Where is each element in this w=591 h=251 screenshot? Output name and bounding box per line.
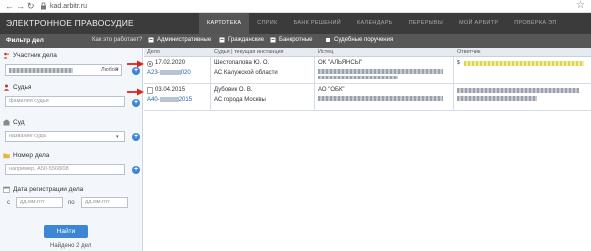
judge-name: Шестопалова Ю. О. <box>214 60 270 66</box>
building-icon <box>3 119 10 126</box>
column-divider <box>210 57 211 111</box>
browser-toolbar: ← → ↻ kad.arbitr.ru ☆ <box>0 0 591 13</box>
add-judge-button[interactable]: + <box>132 99 140 107</box>
case-date: 03.04.2015 <box>155 87 186 93</box>
plaintiff-name[interactable]: ОК "АЛЬЯНСЫ" <box>318 59 362 67</box>
address-bar[interactable]: kad.arbitr.ru <box>50 2 87 11</box>
calendar-icon <box>3 186 10 193</box>
case-number-label: Номер дела <box>13 152 50 159</box>
how-it-works-link[interactable]: Как это работает? <box>92 37 142 43</box>
reg-date-section: Дата регистрации дела <box>3 186 83 193</box>
case-type-civil[interactable]: Гражданские <box>219 37 264 43</box>
folder-icon <box>3 153 10 159</box>
chevron-down-icon: ▾ <box>116 67 119 73</box>
case-type-label: Банкротные <box>279 37 313 43</box>
redacted-text <box>457 88 579 93</box>
judge-input[interactable]: фамилия судьи <box>5 96 125 107</box>
case-number-link[interactable]: А40- 2015 <box>147 96 192 104</box>
court-placeholder: название суда <box>9 133 46 139</box>
header-respondent: Ответчик <box>457 49 481 55</box>
date-from-input[interactable]: дд.мм.гггг <box>16 197 63 208</box>
case-number-input[interactable]: например, А50-5568/08 <box>5 164 125 175</box>
redacted-text <box>318 96 443 101</box>
reg-date-label: Дата регистрации дела <box>13 186 84 193</box>
case-type-court-orders[interactable]: Судебные поручения <box>325 37 393 43</box>
tab-breaks[interactable]: ПЕРЕРЫВЫ <box>401 13 451 34</box>
document-icon <box>219 37 225 43</box>
court-name: АС Калужской области <box>214 70 278 76</box>
redacted-text <box>318 76 398 79</box>
case-type-label: Судебные поручения <box>334 37 394 43</box>
tab-bank-resheniy[interactable]: БАНК РЕШЕНИЙ <box>286 13 349 34</box>
header-judge: Судья | текущая инстанция <box>214 49 284 55</box>
case-number-section: Номер дела <box>3 152 49 159</box>
header-case: Дело <box>147 49 160 55</box>
redacted-text <box>457 96 537 101</box>
main-tabs: КАРТОТЕКА СПРИК БАНК РЕШЕНИЙ КАЛЕНДАРЬ П… <box>199 13 565 34</box>
add-court-button[interactable]: + <box>132 133 140 141</box>
reload-icon[interactable]: ↻ <box>27 1 35 12</box>
filter-sidebar: Участник дела Любой ▾ Судья фамилия судь… <box>0 48 143 251</box>
redacted-text <box>464 61 584 66</box>
results-count: Найдено 2 дел <box>50 243 92 249</box>
tab-sprik[interactable]: СПРИК <box>249 13 285 34</box>
case-type-label: Гражданские <box>228 37 265 43</box>
header-plaintiff: Истец <box>318 49 334 55</box>
case-type-bankruptcy[interactable]: Банкротные <box>270 37 312 43</box>
court-section: Суд <box>3 119 25 126</box>
court-name: АС города Москвы <box>214 97 266 103</box>
case-type-administrative[interactable]: Административные <box>148 37 211 43</box>
judge-icon <box>3 84 10 91</box>
tab-calendar[interactable]: КАЛЕНДАРЬ <box>349 13 401 34</box>
court-select[interactable]: название суда ▾ <box>5 131 125 142</box>
judge-label: Судья <box>13 84 32 91</box>
respondent-marker: $ <box>457 60 460 66</box>
filter-bar: Фильтр дел Как это работает? Администрат… <box>0 34 591 48</box>
column-divider <box>453 57 454 111</box>
table-row: 03.04.2015 А40- 2015 Дубовик О. В. АС гор… <box>144 84 591 111</box>
case-type-label: Административные <box>157 37 212 43</box>
redacted-text <box>9 68 73 73</box>
date-to-label: по <box>68 200 75 206</box>
star-icon[interactable]: ☆ <box>576 0 585 11</box>
tab-check-signature[interactable]: ПРОВЕРКА ЭП <box>506 13 564 34</box>
annotation-arrow-icon <box>127 60 144 68</box>
lock-icon <box>41 2 46 10</box>
participant-section: Участник дела <box>3 52 57 59</box>
chevron-down-icon: ▾ <box>116 134 119 140</box>
arrow-left-icon[interactable]: ← <box>5 1 14 12</box>
scales-icon <box>148 37 154 43</box>
participant-label: Участник дела <box>13 52 57 59</box>
plaintiff-name[interactable]: АО "ОБК" <box>318 86 345 94</box>
column-divider <box>314 57 315 111</box>
site-logo[interactable]: ЭЛЕКТРОННОЕ ПРАВОСУДИЕ <box>6 18 134 28</box>
square-icon <box>326 38 330 42</box>
participant-input[interactable]: Любой ▾ <box>5 64 122 76</box>
date-from-label: с <box>7 200 10 206</box>
find-button[interactable]: Найти <box>44 225 88 238</box>
table-header: Дело Судья | текущая инстанция Истец Отв… <box>144 48 591 57</box>
case-number-link[interactable]: А23- 020 <box>147 69 191 77</box>
court-label: Суд <box>13 119 25 126</box>
annotation-arrow-icon <box>127 88 144 96</box>
add-case-number-button[interactable]: + <box>132 166 140 174</box>
tab-my-arbitr[interactable]: МОЙ АРБИТР <box>451 13 506 34</box>
date-to-input[interactable]: дд.мм.гггг <box>81 197 128 208</box>
bankruptcy-icon <box>270 37 276 43</box>
case-date: 17.02.2020 <box>155 60 186 66</box>
judge-name: Дубовик О. В. <box>214 87 253 93</box>
redacted-text <box>318 69 443 74</box>
table-row: 17.02.2020 А23- 020 Шестопалова Ю. О. АС … <box>144 57 591 84</box>
top-navigation: ЭЛЕКТРОННОЕ ПРАВОСУДИЕ КАРТОТЕКА СПРИК Б… <box>0 13 591 34</box>
document-icon <box>147 87 153 94</box>
filter-title: Фильтр дел <box>6 37 44 44</box>
users-icon <box>3 52 9 59</box>
arrow-right-icon[interactable]: → <box>16 1 25 12</box>
case-type-icon <box>147 61 153 67</box>
judge-section: Судья <box>3 84 31 91</box>
tab-kartoteka[interactable]: КАРТОТЕКА <box>199 13 250 34</box>
